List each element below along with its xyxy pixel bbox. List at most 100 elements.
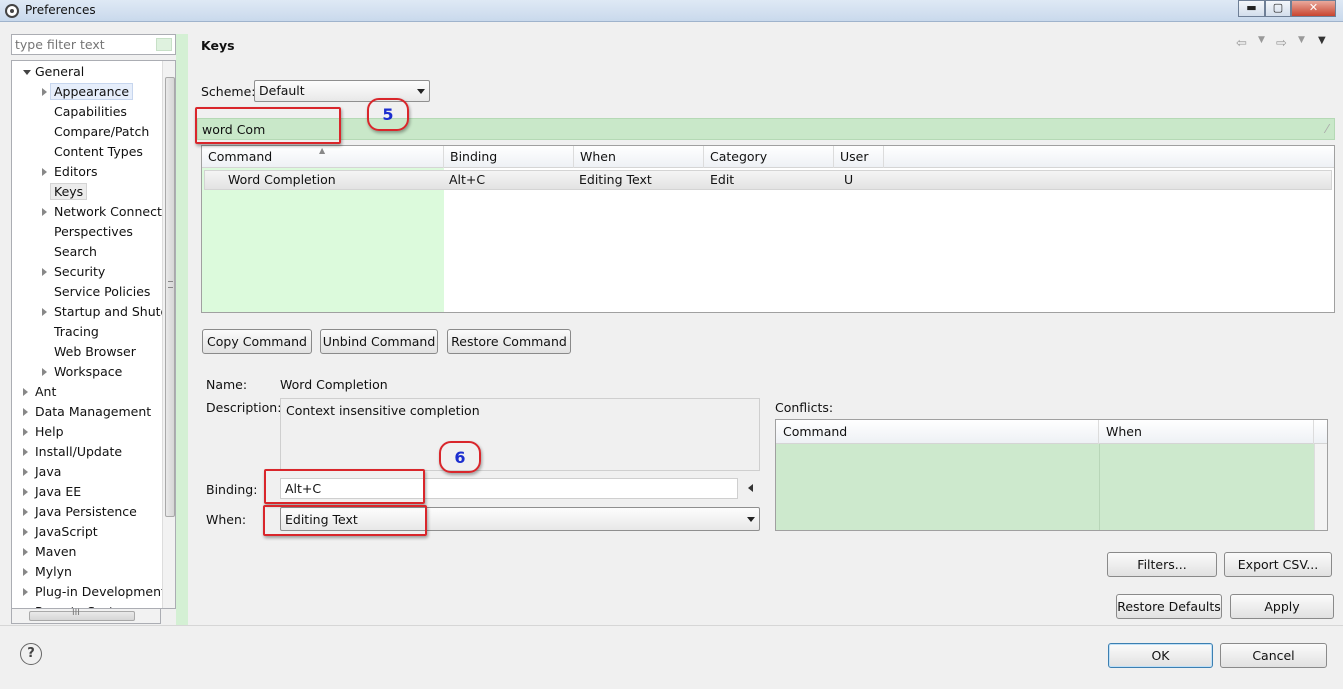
sort-ascending-icon: ▲ <box>319 146 326 155</box>
tree-item-label: Tracing <box>54 324 99 339</box>
tree-item-label: Web Browser <box>54 344 136 359</box>
collapsed-arrow-icon[interactable] <box>23 408 28 416</box>
tree-item[interactable]: Service Policies <box>54 282 150 302</box>
tree-item[interactable]: Ant <box>35 382 56 402</box>
clear-filter-icon[interactable] <box>156 38 172 51</box>
scheme-combo[interactable]: Default <box>254 80 430 102</box>
close-button[interactable]: ✕ <box>1291 0 1336 17</box>
tree-item[interactable]: Tracing <box>54 322 99 342</box>
conflicts-header-when[interactable]: When <box>1099 420 1314 444</box>
tree-scroll-thumb[interactable] <box>165 77 175 517</box>
maximize-button[interactable]: ▢ <box>1265 0 1291 17</box>
tree-item-label: Search <box>54 244 97 259</box>
tree-item-label: Editors <box>54 164 98 179</box>
view-menu-icon[interactable]: ▼ <box>1318 35 1326 46</box>
tree-item[interactable]: JavaScript <box>35 522 98 542</box>
tree-item[interactable]: Web Browser <box>54 342 136 362</box>
tree-horizontal-scrollbar[interactable]: III <box>11 608 161 624</box>
tree-item[interactable]: Plug-in Development <box>35 582 162 602</box>
collapsed-arrow-icon[interactable] <box>23 428 28 436</box>
collapsed-arrow-icon[interactable] <box>42 88 47 96</box>
tree-item[interactable]: Capabilities <box>54 102 127 122</box>
tree-vertical-scrollbar[interactable] <box>162 61 175 608</box>
tree-item-label: Java EE <box>35 484 82 499</box>
tree-item-label: Plug-in Development <box>35 584 162 599</box>
collapsed-arrow-icon[interactable] <box>23 448 28 456</box>
forward-arrow-icon[interactable]: ⇨ <box>1276 36 1287 51</box>
tree-item[interactable]: Security <box>54 262 105 282</box>
page-title: Keys <box>201 38 235 53</box>
tree-item[interactable]: Perspectives <box>54 222 133 242</box>
tree-item[interactable]: Mylyn <box>35 562 72 582</box>
expanded-arrow-icon[interactable] <box>23 70 31 75</box>
tree-item[interactable]: General <box>35 62 84 82</box>
description-label: Description: <box>206 400 282 415</box>
collapsed-arrow-icon[interactable] <box>42 308 47 316</box>
conflicts-header-command[interactable]: Command <box>776 420 1099 444</box>
collapsed-arrow-icon[interactable] <box>42 268 47 276</box>
tree-item[interactable]: Java EE <box>35 482 81 502</box>
header-when[interactable]: When <box>574 146 704 168</box>
binding-menu-arrow-icon[interactable] <box>744 480 758 496</box>
cancel-button[interactable]: Cancel <box>1220 643 1327 668</box>
tree-item-label: Perspectives <box>54 224 133 239</box>
tree-item[interactable]: Data Management <box>35 402 151 422</box>
unbind-command-button[interactable]: Unbind Command <box>320 329 438 354</box>
bindings-table-header: Command ▲ Binding When Category User <box>202 146 1334 168</box>
clear-search-icon[interactable]: ⁄ <box>1326 122 1328 136</box>
tree-item[interactable]: Help <box>35 422 64 442</box>
tree-item[interactable]: Install/Update <box>35 442 122 462</box>
tree-item[interactable]: Editors <box>54 162 98 182</box>
collapsed-arrow-icon[interactable] <box>23 568 28 576</box>
tree-item[interactable]: Java Persistence <box>35 502 137 522</box>
collapsed-arrow-icon[interactable] <box>42 208 47 216</box>
ok-button[interactable]: OK <box>1108 643 1213 668</box>
tree-item[interactable]: Java <box>35 462 61 482</box>
collapsed-arrow-icon[interactable] <box>42 168 47 176</box>
tree-item[interactable]: Keys <box>50 182 88 202</box>
back-menu-chevron-icon[interactable]: ▼ <box>1258 35 1265 45</box>
copy-command-button[interactable]: Copy Command <box>202 329 312 354</box>
tree-item-label: Startup and Shutd <box>54 304 162 319</box>
tree-hscroll-thumb[interactable]: III <box>29 608 135 621</box>
collapsed-arrow-icon[interactable] <box>23 548 28 556</box>
collapsed-arrow-icon[interactable] <box>42 368 47 376</box>
header-category[interactable]: Category <box>704 146 834 168</box>
tree-item[interactable]: Search <box>54 242 97 262</box>
tree-item[interactable]: Compare/Patch <box>54 122 149 142</box>
tree-item[interactable]: Maven <box>35 542 76 562</box>
scheme-label: Scheme: <box>201 84 256 99</box>
collapsed-arrow-icon[interactable] <box>23 508 28 516</box>
restore-command-button[interactable]: Restore Command <box>447 329 571 354</box>
tree-item-label: Compare/Patch <box>54 124 150 139</box>
export-csv-button[interactable]: Export CSV... <box>1224 552 1332 577</box>
forward-menu-chevron-icon[interactable]: ▼ <box>1298 35 1305 45</box>
restore-defaults-button[interactable]: Restore Defaults <box>1116 594 1222 619</box>
panel-sash[interactable] <box>176 34 188 626</box>
tree-item[interactable]: Workspace <box>54 362 122 382</box>
collapsed-arrow-icon[interactable] <box>23 528 28 536</box>
minimize-button[interactable]: ▬ <box>1238 0 1265 17</box>
table-row[interactable]: Word Completion Alt+C Editing Text Edit … <box>204 170 1332 190</box>
cell-when: Editing Text <box>579 172 652 187</box>
help-icon[interactable]: ? <box>20 643 42 665</box>
collapsed-arrow-icon[interactable] <box>23 468 28 476</box>
filter-input[interactable] <box>12 35 152 54</box>
tree-items: General Appearance Capabilities Compare/Pat… <box>12 61 162 608</box>
conflicts-scrollbar[interactable] <box>1314 444 1327 530</box>
scheme-value: Default <box>259 83 305 98</box>
tree-item[interactable]: Network Connectio <box>54 202 162 222</box>
collapsed-arrow-icon[interactable] <box>23 388 28 396</box>
header-binding[interactable]: Binding <box>444 146 574 168</box>
filters-button[interactable]: Filters... <box>1107 552 1217 577</box>
collapsed-arrow-icon[interactable] <box>23 588 28 596</box>
back-arrow-icon[interactable]: ⇦ <box>1236 36 1247 51</box>
tree-item[interactable]: Appearance <box>50 82 134 102</box>
apply-button[interactable]: Apply <box>1230 594 1334 619</box>
tree-item-label: Mylyn <box>35 564 72 579</box>
description-value: Context insensitive completion <box>286 403 480 418</box>
tree-item[interactable]: Content Types <box>54 142 143 162</box>
collapsed-arrow-icon[interactable] <box>23 488 28 496</box>
header-user[interactable]: User <box>834 146 884 168</box>
tree-item[interactable]: Startup and Shutd <box>54 302 162 322</box>
